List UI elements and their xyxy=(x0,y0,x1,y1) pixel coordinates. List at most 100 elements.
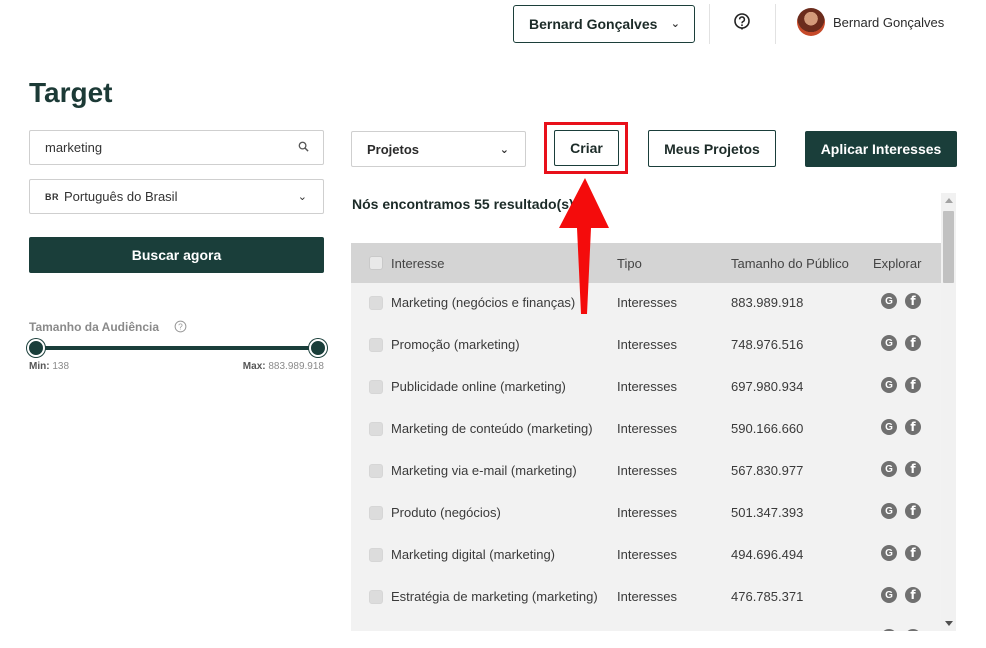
search-input[interactable]: marketing xyxy=(29,130,324,165)
column-header-interest[interactable]: Interesse xyxy=(391,256,444,271)
scroll-up-arrow-icon[interactable] xyxy=(945,198,953,203)
slider-min-value: 138 xyxy=(52,361,70,372)
audience-size-cell: 501.347.393 xyxy=(731,505,804,520)
slider-max-handle[interactable] xyxy=(309,339,327,357)
type-cell: Interesses xyxy=(617,463,677,478)
audience-size-cell: 567.830.977 xyxy=(731,463,804,478)
interest-cell: Estratégia de marketing (marketing) xyxy=(391,589,598,604)
google-icon[interactable]: G xyxy=(881,293,897,309)
audience-size-cell: 494.696.494 xyxy=(731,547,804,562)
svg-text:?: ? xyxy=(178,321,183,331)
row-checkbox[interactable] xyxy=(369,380,383,394)
user-name[interactable]: Bernard Gonçalves xyxy=(833,15,944,30)
question-circle-icon[interactable] xyxy=(733,13,751,31)
type-cell: Interesses xyxy=(617,421,677,436)
apply-interests-button[interactable]: Aplicar Interesses xyxy=(805,131,957,167)
table-row[interactable]: Marketing de conteúdo (marketing) Interes… xyxy=(351,409,941,451)
results-count: Nós encontramos 55 resultado(s) xyxy=(352,196,574,212)
slider-max-value: 883.989.918 xyxy=(268,361,324,372)
projects-select[interactable]: Projetos ⌄ xyxy=(351,131,526,167)
create-button[interactable]: Criar xyxy=(554,130,619,166)
google-icon[interactable]: G xyxy=(881,587,897,603)
table-row[interactable]: Produto (negócios) Interesses 501.347.393 G… xyxy=(351,493,941,535)
facebook-icon[interactable]: f xyxy=(905,293,921,309)
table-row[interactable]: Marketing (negócios e finanças) Interesse… xyxy=(351,283,941,325)
facebook-icon[interactable]: f xyxy=(905,419,921,435)
type-cell: Interesses xyxy=(617,589,677,604)
column-header-explore: Explorar xyxy=(873,256,922,271)
row-checkbox[interactable] xyxy=(369,590,383,604)
google-icon[interactable]: G xyxy=(881,419,897,435)
facebook-icon[interactable]: f xyxy=(905,587,921,603)
scrollbar[interactable] xyxy=(941,193,956,631)
interest-cell: Marketing de conteúdo (marketing) xyxy=(391,421,593,436)
results-table: Interesse Tipo Tamanho do Público Explor… xyxy=(351,243,956,631)
google-icon[interactable]: G xyxy=(881,335,897,351)
interest-cell: Marketing (negócios e finanças) xyxy=(391,295,576,310)
interest-cell: Marketing digital (marketing) xyxy=(391,547,556,562)
row-checkbox[interactable] xyxy=(369,548,383,562)
language-select[interactable]: BR Português do Brasil ⌄ xyxy=(29,179,324,214)
table-row[interactable]: Publicidade online (marketing) Interesses… xyxy=(351,367,941,409)
type-cell: Interesses xyxy=(617,547,677,562)
avatar[interactable] xyxy=(797,8,825,36)
facebook-icon[interactable]: f xyxy=(905,545,921,561)
table-row[interactable]: Marketing via e-mail (marketing) Interess… xyxy=(351,451,941,493)
row-checkbox[interactable] xyxy=(369,338,383,352)
slider-min-readout: Min: 138 xyxy=(29,361,69,372)
scrollbar-thumb[interactable] xyxy=(943,211,954,283)
chevron-down-icon: ⌄ xyxy=(297,191,307,203)
chevron-down-icon: ⌄ xyxy=(499,144,509,156)
interest-cell: Publicidade online (marketing) xyxy=(391,379,566,394)
slider-min-label: Min: xyxy=(29,361,50,372)
google-icon[interactable]: G xyxy=(881,503,897,519)
type-cell: Interesses xyxy=(617,337,677,352)
column-header-type[interactable]: Tipo xyxy=(617,256,642,271)
google-icon[interactable]: G xyxy=(881,545,897,561)
account-selector[interactable]: Bernard Gonçalves ⌄ xyxy=(513,5,695,43)
interest-cell: Promoção (marketing) xyxy=(391,337,520,352)
select-all-checkbox[interactable] xyxy=(369,256,383,270)
audience-slider-track[interactable] xyxy=(36,346,318,350)
slider-max-readout: Max: 883.989.918 xyxy=(243,361,324,372)
type-cell: Interesses xyxy=(617,379,677,394)
type-cell: Interesses xyxy=(617,505,677,520)
search-input-value: marketing xyxy=(45,140,103,155)
table-row[interactable]: Estratégia de marketing (marketing) Inter… xyxy=(351,577,941,619)
google-icon[interactable]: G xyxy=(881,461,897,477)
row-checkbox[interactable] xyxy=(369,296,383,310)
audience-size-label: Tamanho da Audiência xyxy=(29,320,160,334)
audience-size-cell: 748.976.516 xyxy=(731,337,804,352)
table-row[interactable]: Marketing digital (marketing) Interesses 4… xyxy=(351,535,941,577)
divider xyxy=(775,4,776,44)
facebook-icon[interactable]: f xyxy=(905,503,921,519)
facebook-icon[interactable]: f xyxy=(905,335,921,351)
row-checkbox[interactable] xyxy=(369,506,383,520)
table-row[interactable]: Promoção (marketing) Interesses 748.976.51… xyxy=(351,325,941,367)
interest-cell: Marketing via e-mail (marketing) xyxy=(391,463,577,478)
google-icon[interactable]: G xyxy=(881,377,897,393)
facebook-icon[interactable]: f xyxy=(905,629,921,631)
table-header: Interesse Tipo Tamanho do Público Explor… xyxy=(351,243,941,283)
interest-cell: Produto (negócios) xyxy=(391,505,501,520)
audience-size-cell: 883.989.918 xyxy=(731,295,804,310)
facebook-icon[interactable]: f xyxy=(905,377,921,393)
facebook-icon[interactable]: f xyxy=(905,461,921,477)
column-header-audience-size[interactable]: Tamanho do Público xyxy=(731,256,849,271)
question-circle-icon[interactable]: ? xyxy=(174,320,187,333)
divider xyxy=(709,4,710,44)
google-icon[interactable]: G xyxy=(881,629,897,631)
row-checkbox[interactable] xyxy=(369,464,383,478)
audience-size-cell: 476.785.371 xyxy=(731,589,804,604)
table-row[interactable]: Gf xyxy=(351,619,941,631)
search-button[interactable]: Buscar agora xyxy=(29,237,324,273)
row-checkbox[interactable] xyxy=(369,422,383,436)
search-icon xyxy=(298,141,309,152)
my-projects-button[interactable]: Meus Projetos xyxy=(648,130,776,167)
scroll-down-arrow-icon[interactable] xyxy=(945,621,953,626)
audience-size-cell: 697.980.934 xyxy=(731,379,804,394)
flag-icon: BR xyxy=(45,191,59,202)
chevron-down-icon: ⌄ xyxy=(670,18,680,30)
projects-select-label: Projetos xyxy=(367,141,420,157)
slider-min-handle[interactable] xyxy=(27,339,45,357)
